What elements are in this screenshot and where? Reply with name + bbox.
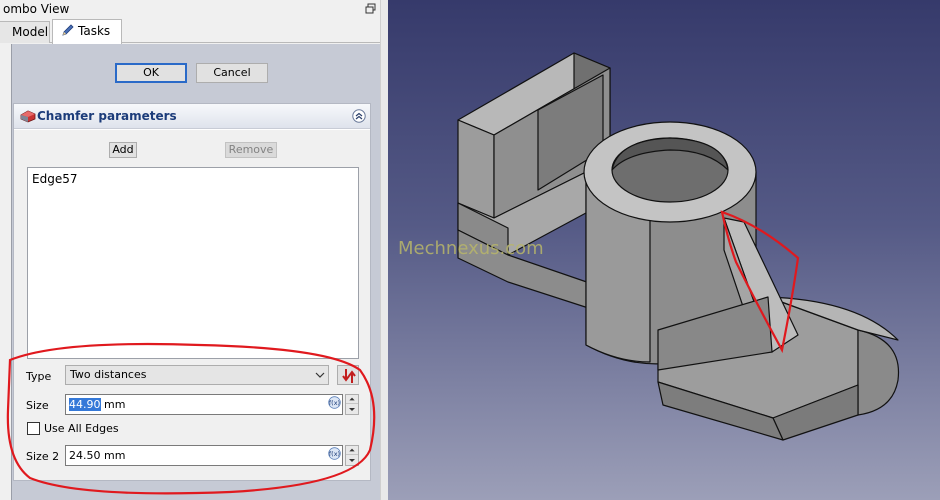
type-label: Type bbox=[26, 370, 52, 383]
use-all-edges-label[interactable]: Use All Edges bbox=[44, 422, 119, 435]
size2-label: Size 2 bbox=[26, 450, 60, 463]
splitter-handle[interactable] bbox=[380, 0, 388, 500]
panel-body: Add Remove Edge57 Type Two distances Siz… bbox=[14, 130, 370, 480]
combo-view: ombo View Model Tasks OK Cancel Chamfer … bbox=[0, 0, 383, 500]
pencil-icon bbox=[62, 24, 74, 36]
flip-direction-button[interactable] bbox=[337, 365, 359, 385]
flip-direction-icon bbox=[342, 369, 356, 383]
chamfer-parameters-panel: Chamfer parameters Add Remove Edge57 Typ… bbox=[13, 103, 371, 481]
combo-view-title: ombo View bbox=[3, 2, 70, 16]
expression-icon[interactable]: f(x) bbox=[328, 396, 341, 409]
size2-field[interactable]: 24.50 mm f(x) bbox=[65, 445, 343, 466]
expression-icon[interactable]: f(x) bbox=[328, 447, 341, 460]
size-field-text: 44.90 mm bbox=[69, 398, 125, 411]
svg-text:f(x): f(x) bbox=[329, 399, 340, 407]
combo-tabbar: Model Tasks bbox=[0, 19, 383, 44]
cancel-button[interactable]: Cancel bbox=[196, 63, 268, 83]
remove-button[interactable]: Remove bbox=[225, 142, 277, 158]
tab-model[interactable]: Model bbox=[0, 21, 50, 43]
size-field[interactable]: 44.90 mm f(x) bbox=[65, 394, 343, 415]
ok-button[interactable]: OK bbox=[115, 63, 187, 83]
size-label: Size bbox=[26, 399, 49, 412]
chamfer-icon bbox=[20, 110, 36, 123]
size-value: 44.90 bbox=[69, 398, 101, 411]
size2-value: 24.50 mm bbox=[69, 449, 126, 462]
add-button[interactable]: Add bbox=[109, 142, 137, 158]
watermark: Mechnexus.com bbox=[398, 238, 544, 259]
spin-up-icon[interactable] bbox=[346, 395, 358, 404]
task-panel-area: OK Cancel Chamfer parameters Add Remove bbox=[11, 44, 380, 500]
spin-up-icon[interactable] bbox=[346, 446, 358, 455]
list-item[interactable]: Edge57 bbox=[32, 172, 77, 186]
type-select[interactable]: Two distances bbox=[65, 365, 329, 385]
size-spinner[interactable] bbox=[345, 394, 359, 415]
size-unit: mm bbox=[100, 398, 126, 411]
use-all-edges-checkbox[interactable] bbox=[27, 422, 40, 435]
collapse-icon[interactable] bbox=[352, 109, 366, 123]
combo-view-titlebar: ombo View bbox=[0, 0, 383, 18]
restore-window-icon[interactable] bbox=[364, 2, 378, 16]
3d-viewport[interactable]: Mechnexus.com bbox=[388, 0, 940, 500]
svg-text:f(x): f(x) bbox=[329, 450, 340, 458]
spin-down-icon[interactable] bbox=[346, 456, 358, 465]
size2-spinner[interactable] bbox=[345, 445, 359, 466]
chevron-down-icon bbox=[315, 372, 325, 378]
tab-model-label: Model bbox=[12, 25, 49, 39]
panel-title: Chamfer parameters bbox=[37, 109, 177, 123]
tab-tasks[interactable]: Tasks bbox=[52, 19, 122, 44]
type-select-value: Two distances bbox=[70, 368, 147, 381]
panel-header[interactable]: Chamfer parameters bbox=[14, 104, 370, 129]
spin-down-icon[interactable] bbox=[346, 405, 358, 414]
tab-tasks-label: Tasks bbox=[78, 24, 111, 38]
edge-list[interactable]: Edge57 bbox=[27, 167, 359, 359]
